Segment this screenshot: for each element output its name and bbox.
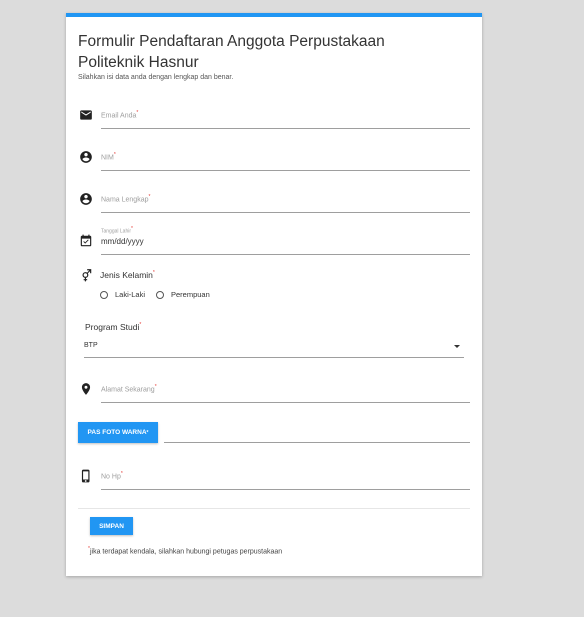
form-subtitle: Silahkan isi data anda dengan lengkap da… bbox=[78, 74, 234, 81]
gender-label: Jenis Kelamin* bbox=[100, 270, 155, 280]
tanggal-lahir-field[interactable]: Tanggal Lahir* mm/dd/yyyy bbox=[79, 226, 470, 264]
pas-foto-button[interactable]: PAS FOTO WARNA * bbox=[78, 422, 158, 443]
alamat-field[interactable]: Alamat Sekarang* bbox=[79, 382, 470, 412]
email-field[interactable]: Email Anda* bbox=[79, 108, 470, 138]
account-circle-icon bbox=[79, 150, 93, 164]
radio-label: Perempuan bbox=[171, 290, 210, 299]
form-divider bbox=[78, 508, 470, 509]
gender-icon bbox=[79, 268, 93, 282]
program-studi-value: BTP bbox=[84, 342, 98, 349]
radio-label: Laki-Laki bbox=[115, 290, 146, 299]
no-hp-field[interactable]: No Hp* bbox=[79, 469, 470, 499]
location-pin-icon bbox=[79, 382, 93, 396]
program-studi-label: Program Studi* bbox=[85, 322, 142, 332]
calendar-icon bbox=[79, 234, 93, 248]
email-placeholder: Email Anda* bbox=[101, 110, 139, 120]
radio-circle[interactable] bbox=[100, 290, 108, 299]
radio-circle[interactable] bbox=[156, 290, 164, 299]
nama-placeholder: Nama Lengkap* bbox=[101, 194, 151, 204]
program-studi-select[interactable]: BTP bbox=[84, 339, 464, 358]
radio-perempuan[interactable]: Perempuan bbox=[156, 290, 210, 299]
caret-down-icon bbox=[454, 345, 460, 348]
no-hp-placeholder: No Hp* bbox=[101, 471, 123, 481]
form-title: Formulir Pendaftaran Anggota Perpustakaa… bbox=[78, 33, 385, 71]
no-hp-underline bbox=[101, 489, 470, 490]
nim-field[interactable]: NIM* bbox=[79, 150, 470, 180]
card-accent-bar bbox=[66, 13, 482, 17]
file-path-input[interactable] bbox=[164, 442, 470, 443]
tanggal-lahir-value[interactable]: mm/dd/yyyy bbox=[101, 237, 144, 246]
nama-underline bbox=[101, 212, 470, 213]
phone-icon bbox=[79, 469, 93, 483]
email-icon bbox=[79, 108, 93, 122]
tanggal-lahir-label: Tanggal Lahir* bbox=[101, 226, 133, 235]
account-circle-icon bbox=[79, 192, 93, 206]
help-note: *jika terdapat kendala, silahkan hubungi… bbox=[88, 546, 283, 556]
email-underline bbox=[101, 128, 470, 129]
alamat-underline bbox=[101, 402, 470, 403]
nama-lengkap-field[interactable]: Nama Lengkap* bbox=[79, 192, 470, 222]
alamat-placeholder: Alamat Sekarang* bbox=[101, 384, 157, 394]
simpan-button[interactable]: SIMPAN bbox=[90, 517, 133, 535]
radio-laki-laki[interactable]: Laki-Laki bbox=[100, 290, 145, 299]
registration-form-card: Formulir Pendaftaran Anggota Perpustakaa… bbox=[66, 13, 482, 576]
nim-underline bbox=[101, 170, 470, 171]
nim-placeholder: NIM* bbox=[101, 152, 116, 162]
tanggal-lahir-underline bbox=[101, 254, 470, 255]
